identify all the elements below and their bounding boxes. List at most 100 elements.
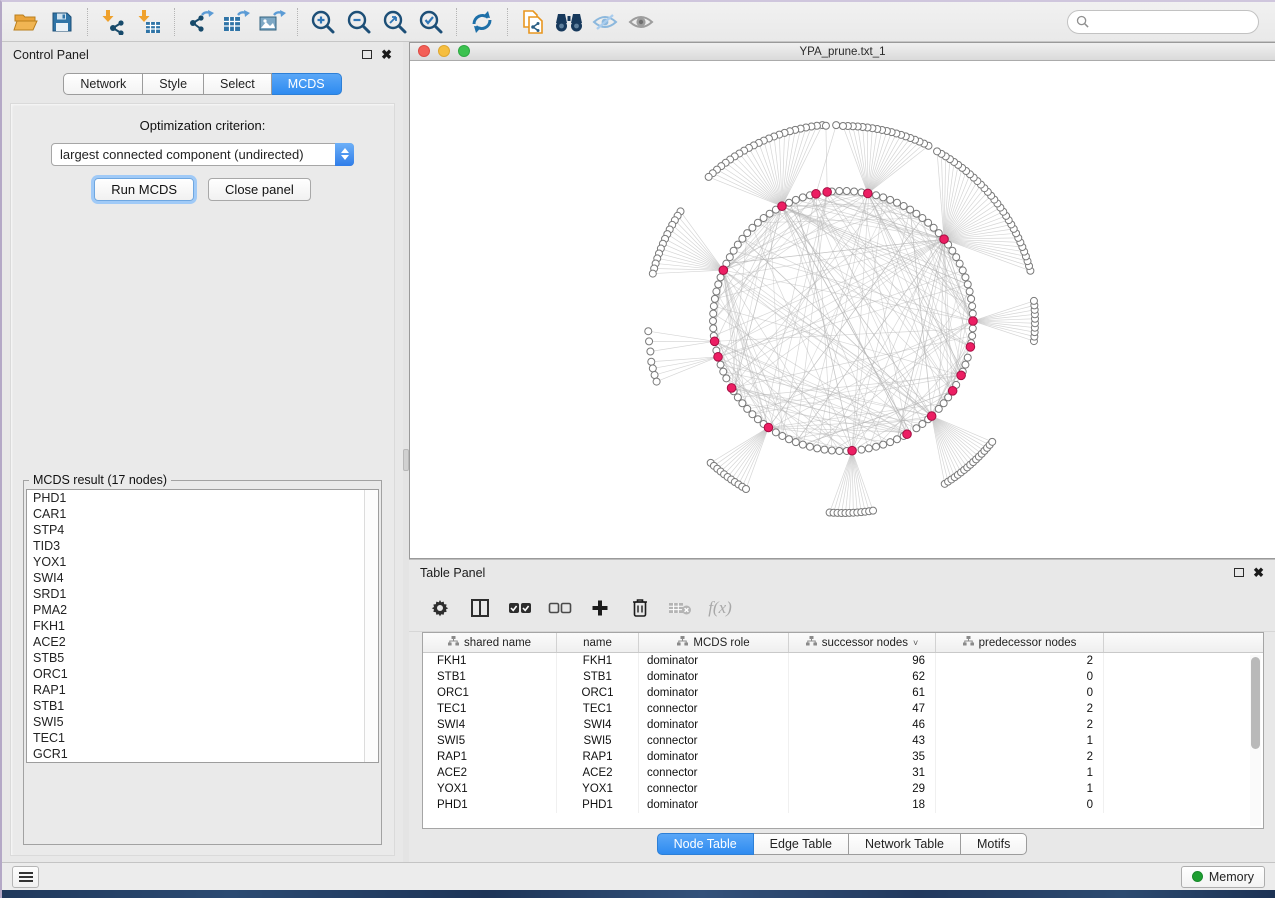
export-table-button[interactable] xyxy=(218,6,254,38)
maximize-window-icon[interactable] xyxy=(458,45,470,57)
import-table-button[interactable] xyxy=(131,6,167,38)
cell-successor-nodes[interactable]: 46 xyxy=(789,717,936,733)
network-leaf-node[interactable] xyxy=(649,365,656,372)
vertical-splitter[interactable] xyxy=(403,42,409,862)
cell-successor-nodes[interactable]: 62 xyxy=(789,669,936,685)
import-network-button[interactable] xyxy=(95,6,131,38)
network-node[interactable] xyxy=(969,325,976,332)
network-leaf-node[interactable] xyxy=(934,148,941,155)
network-node[interactable] xyxy=(900,203,907,210)
cell-name[interactable]: STB1 xyxy=(557,669,639,685)
network-node[interactable] xyxy=(710,318,717,325)
cell-shared-name[interactable]: RAP1 xyxy=(423,749,557,765)
network-node[interactable] xyxy=(739,235,746,242)
birdseye-view-button[interactable] xyxy=(551,6,587,38)
network-graph[interactable] xyxy=(410,61,1275,558)
table-scrollbar-thumb[interactable] xyxy=(1251,657,1260,749)
table-row[interactable]: STB1STB1dominator620 xyxy=(423,669,1263,685)
network-dominator-node[interactable] xyxy=(778,202,787,211)
cell-MCDS-role[interactable]: connector xyxy=(639,701,789,717)
network-node[interactable] xyxy=(711,295,718,302)
network-node[interactable] xyxy=(887,439,894,446)
cell-shared-name[interactable]: ORC1 xyxy=(423,685,557,701)
network-node[interactable] xyxy=(715,281,722,288)
network-node[interactable] xyxy=(792,196,799,203)
network-leaf-node[interactable] xyxy=(833,122,840,129)
network-node[interactable] xyxy=(873,443,880,450)
network-leaf-node[interactable] xyxy=(651,372,658,379)
close-panel-button[interactable]: Close panel xyxy=(208,178,311,201)
network-node[interactable] xyxy=(799,194,806,201)
mcds-result-item[interactable]: STB5 xyxy=(27,650,378,666)
search-input[interactable] xyxy=(1094,15,1250,29)
cell-successor-nodes[interactable]: 18 xyxy=(789,797,936,813)
tab-select[interactable]: Select xyxy=(204,73,272,95)
tab-motifs[interactable]: Motifs xyxy=(961,833,1027,855)
cell-shared-name[interactable]: ACE2 xyxy=(423,765,557,781)
criterion-dropdown[interactable]: largest connected component (undirected) xyxy=(51,143,354,166)
tab-mcds[interactable]: MCDS xyxy=(272,73,342,95)
network-node[interactable] xyxy=(723,375,730,382)
cell-MCDS-role[interactable]: dominator xyxy=(639,653,789,669)
close-table-panel-icon[interactable]: ✖ xyxy=(1253,568,1264,578)
cell-predecessor-nodes[interactable]: 2 xyxy=(936,653,1104,669)
network-leaf-node[interactable] xyxy=(840,123,847,130)
mcds-list-scrollbar[interactable] xyxy=(364,490,378,762)
float-table-panel-icon[interactable] xyxy=(1234,568,1244,577)
splitter-grip[interactable] xyxy=(403,449,409,471)
mcds-result-item[interactable]: SWI5 xyxy=(27,714,378,730)
zoom-selected-button[interactable] xyxy=(413,6,449,38)
network-node[interactable] xyxy=(873,192,880,199)
cell-name[interactable]: PHD1 xyxy=(557,797,639,813)
mcds-result-item[interactable]: SRD1 xyxy=(27,586,378,602)
apply-layout-button[interactable] xyxy=(464,6,500,38)
table-row[interactable]: YOX1YOX1connector291 xyxy=(423,781,1263,797)
cell-name[interactable]: ORC1 xyxy=(557,685,639,701)
network-node[interactable] xyxy=(779,432,786,439)
cell-MCDS-role[interactable]: connector xyxy=(639,733,789,749)
network-node[interactable] xyxy=(851,188,858,195)
cell-predecessor-nodes[interactable]: 1 xyxy=(936,733,1104,749)
network-node[interactable] xyxy=(953,254,960,261)
network-node[interactable] xyxy=(717,361,724,368)
cell-predecessor-nodes[interactable]: 1 xyxy=(936,765,1104,781)
run-mcds-button[interactable]: Run MCDS xyxy=(94,178,194,201)
mcds-result-item[interactable]: ACE2 xyxy=(27,634,378,650)
mcds-result-list[interactable]: PHD1CAR1STP4TID3YOX1SWI4SRD1PMA2FKH1ACE2… xyxy=(26,489,379,763)
network-node[interactable] xyxy=(959,267,966,274)
network-node[interactable] xyxy=(887,196,894,203)
network-leaf-node[interactable] xyxy=(645,328,652,335)
export-image-button[interactable] xyxy=(254,6,290,38)
cell-successor-nodes[interactable]: 47 xyxy=(789,701,936,717)
network-node[interactable] xyxy=(710,325,717,332)
cell-shared-name[interactable]: YOX1 xyxy=(423,781,557,797)
table-row[interactable]: FKH1FKH1dominator962 xyxy=(423,653,1263,669)
cell-MCDS-role[interactable]: dominator xyxy=(639,685,789,701)
cell-predecessor-nodes[interactable]: 0 xyxy=(936,685,1104,701)
mcds-result-item[interactable]: STP4 xyxy=(27,522,378,538)
network-node[interactable] xyxy=(730,247,737,254)
cell-name[interactable]: ACE2 xyxy=(557,765,639,781)
close-window-icon[interactable] xyxy=(418,45,430,57)
network-canvas[interactable] xyxy=(410,61,1275,558)
add-column-button[interactable] xyxy=(585,593,615,623)
mcds-result-item[interactable]: PMA2 xyxy=(27,602,378,618)
zoom-out-button[interactable] xyxy=(341,6,377,38)
cell-name[interactable]: TEC1 xyxy=(557,701,639,717)
save-session-button[interactable] xyxy=(44,6,80,38)
mcds-result-item[interactable]: TID3 xyxy=(27,538,378,554)
cell-successor-nodes[interactable]: 61 xyxy=(789,685,936,701)
cell-successor-nodes[interactable]: 35 xyxy=(789,749,936,765)
network-node[interactable] xyxy=(821,446,828,453)
column-header-successor-nodes[interactable]: successor nodes˅ xyxy=(789,633,936,652)
network-dominator-node[interactable] xyxy=(848,446,857,455)
cell-predecessor-nodes[interactable]: 1 xyxy=(936,781,1104,797)
table-row[interactable]: ACE2ACE2connector311 xyxy=(423,765,1263,781)
network-dominator-node[interactable] xyxy=(714,353,723,362)
network-dominator-node[interactable] xyxy=(764,423,773,432)
cell-successor-nodes[interactable]: 31 xyxy=(789,765,936,781)
network-node[interactable] xyxy=(836,447,843,454)
hide-panels-button[interactable] xyxy=(587,6,623,38)
cell-successor-nodes[interactable]: 29 xyxy=(789,781,936,797)
network-dominator-node[interactable] xyxy=(864,189,873,198)
